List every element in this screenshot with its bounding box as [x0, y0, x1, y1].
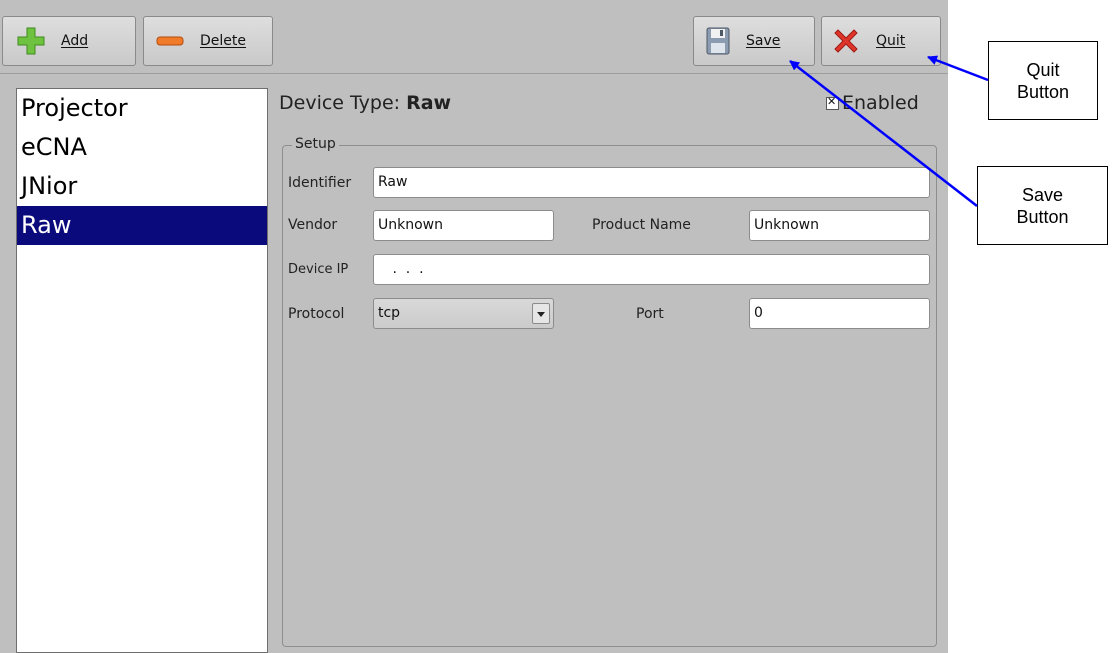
- quit-arrow: [927, 55, 989, 82]
- save-arrow: [789, 60, 978, 207]
- annotation-arrows: [789, 55, 989, 207]
